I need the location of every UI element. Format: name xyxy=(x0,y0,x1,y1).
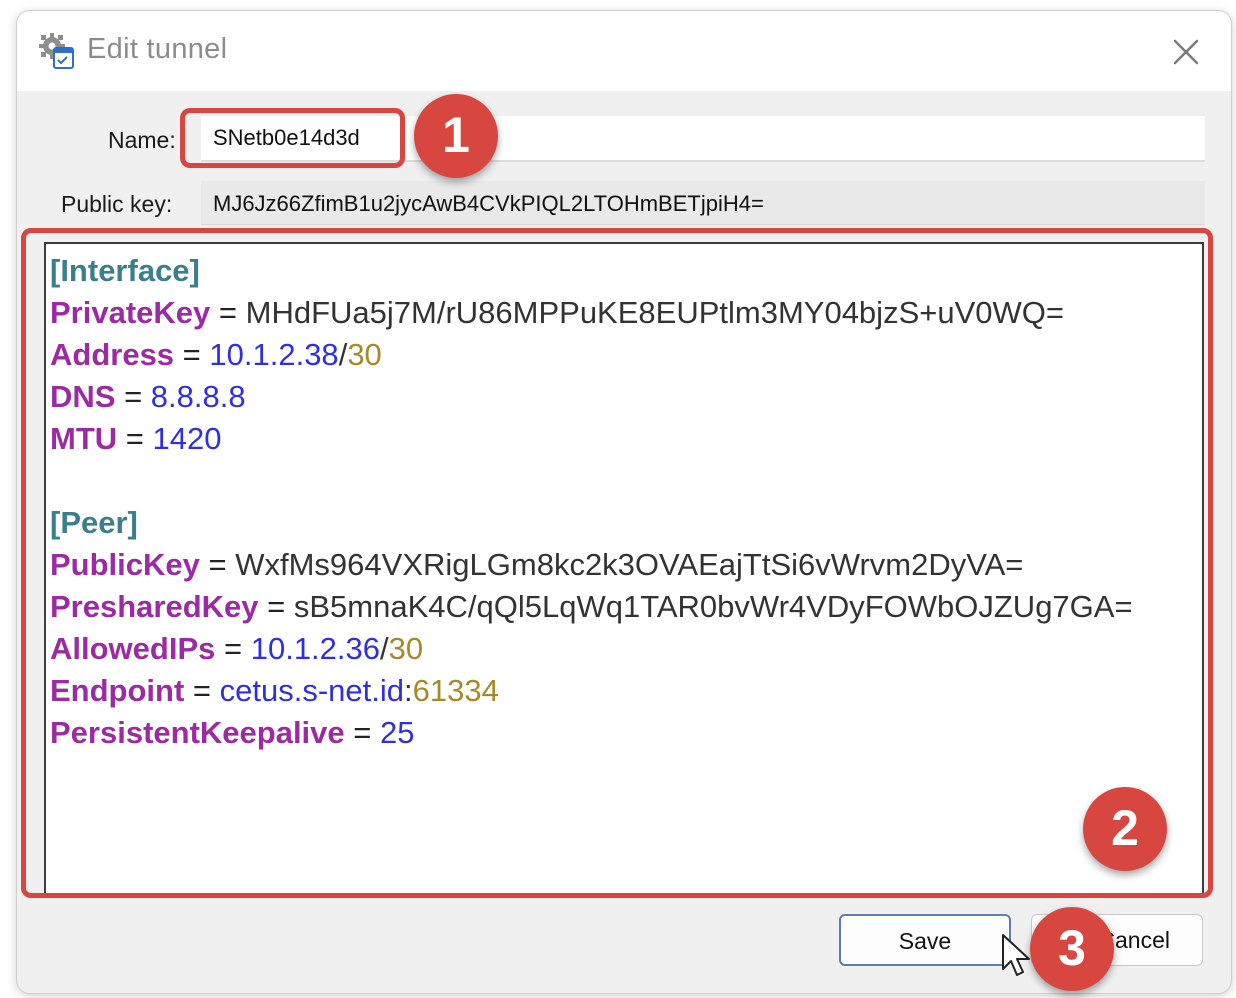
annotation-box-config xyxy=(21,228,1213,898)
annotation-badge-3: 3 xyxy=(1030,907,1114,991)
public-key-label: Public key: xyxy=(61,191,173,217)
title-bar: Edit tunnel xyxy=(17,11,1231,91)
gear-document-icon xyxy=(39,33,74,69)
annotation-box-name xyxy=(180,108,405,168)
annotation-badge-1: 1 xyxy=(414,94,498,178)
close-icon[interactable] xyxy=(1163,29,1209,75)
annotation-badge-2: 2 xyxy=(1083,787,1167,871)
save-button[interactable]: Save xyxy=(839,914,1011,966)
public-key-field: MJ6Jz66ZfimB1u2jycAwB4CVkPIQL2LTOHmBETjp… xyxy=(201,181,1205,225)
name-label: Name: xyxy=(108,127,176,153)
window-title: Edit tunnel xyxy=(87,33,228,65)
